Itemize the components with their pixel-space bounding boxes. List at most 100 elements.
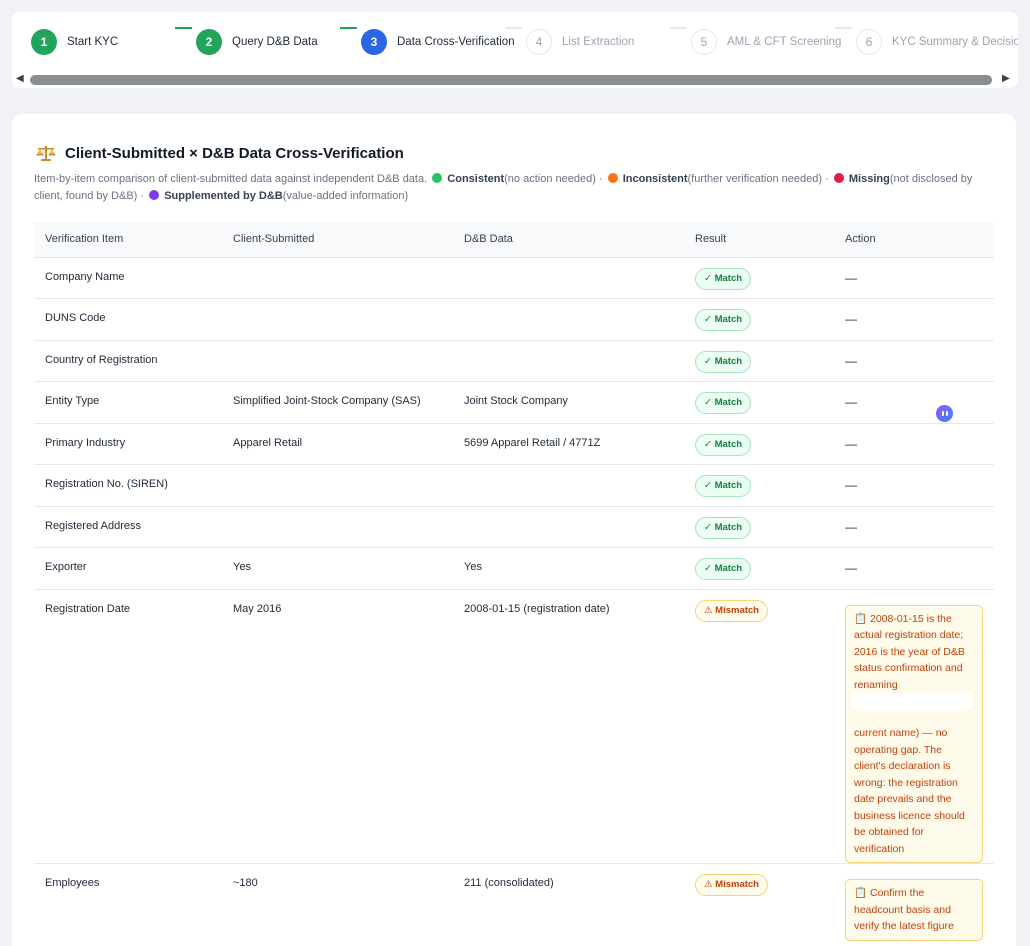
action-note: 📋 Confirm the headcount basis and verify… [845,879,983,941]
step-label: AML & CFT Screening [727,36,842,48]
legend-label: Inconsistent [622,173,688,185]
note-spacer [854,709,974,725]
dnb-value [453,257,684,299]
step-start-kyc[interactable]: 1 Start KYC [31,28,118,56]
legend-label: Supplemented by D&B [164,190,283,202]
assistant-icon-bar [941,411,944,416]
dnb-value: 5699 Apparel Retail / 4771Z [453,423,684,465]
step-connector [175,27,192,29]
action-cell: — [834,298,994,341]
step-connector [835,27,852,29]
match-badge: ✓ Match [695,350,752,373]
verification-item: Registration No. (SIREN) [34,464,222,507]
match-badge: ✓ Match [695,475,752,497]
step-kyc-summary-decision[interactable]: 6 KYC Summary & Decision [856,28,1018,56]
result-cell: ✓ Match [684,464,834,507]
step-list-extraction[interactable]: 4 List Extraction [526,28,634,56]
legend-desc: (value-added information) [282,190,409,202]
match-badge: ✓ Match [695,433,752,456]
result-cell: ✓ Match [684,381,834,424]
horizontal-scrollbar[interactable]: ◀ ▶ [12,72,1018,88]
table-header-row: Verification Item Client-Submitted D&B D… [34,222,994,258]
column-header: Action [834,222,994,258]
result-cell: ✓ Match [684,257,834,299]
match-badge: ✓ Match [695,267,752,290]
column-header: D&B Data [453,222,684,258]
client-value: Simplified Joint-Stock Company (SAS) [222,381,453,424]
client-value: Yes [222,547,453,590]
dnb-value [453,506,684,548]
result-cell: ⚠ Mismatch [684,589,834,864]
missing-dot-icon [833,173,844,183]
step-label: Query D&B Data [232,36,318,48]
step-connector [340,27,357,29]
kyc-stepper: 1 Start KYC 2 Query D&B Data 3 Data Cros… [12,12,1018,88]
step-label: Start KYC [67,36,119,48]
client-value [222,298,453,341]
dnb-value: 211 (consolidated) [453,863,684,946]
client-value [222,340,453,382]
step-data-cross-verification[interactable]: 3 Data Cross-Verification [361,28,515,56]
note-gap [852,693,972,709]
consistent-dot-icon [432,173,443,183]
step-aml-cft-screening[interactable]: 5 AML & CFT Screening [691,28,841,56]
table-row: Registered Address ✓ Match — [34,506,994,548]
client-value: Apparel Retail [222,423,453,465]
mismatch-badge: ⚠ Mismatch [695,874,768,896]
step-number: 2 [196,29,222,55]
action-cell: 📋 2008-01-15 is the actual registration … [834,589,994,864]
client-value [222,464,453,507]
match-badge: ✓ Match [695,516,752,539]
dnb-value: 2008-01-15 (registration date) [453,589,684,864]
step-label: Data Cross-Verification [397,36,515,48]
scroll-track[interactable] [30,75,992,85]
legend-label: Consistent [447,173,505,185]
column-header: Verification Item [34,222,222,258]
mismatch-badge: ⚠ Mismatch [695,599,768,622]
result-cell: ✓ Match [684,340,834,382]
table-row: Primary Industry Apparel Retail 5699 App… [34,423,994,465]
action-cell: — [834,547,994,590]
verification-item: Entity Type [34,381,222,424]
section-title: Client-Submitted × D&B Data Cross-Verifi… [65,144,404,162]
assistant-icon[interactable] [936,405,953,422]
table-row: DUNS Code ✓ Match — [34,298,994,341]
column-header: Result [684,222,834,258]
scroll-right-icon[interactable]: ▶ [1002,73,1010,84]
cross-verification-card: Client-Submitted × D&B Data Cross-Verifi… [12,114,1016,946]
table-row: Country of Registration ✓ Match — [34,340,994,382]
verification-item: Exporter [34,547,222,590]
step-connector [670,27,687,29]
action-note: 📋 2008-01-15 is the actual registration … [845,604,983,863]
dnb-value: Yes [453,547,684,590]
intro-text: Item-by-item comparison of client-submit… [34,173,428,185]
step-number: 3 [361,29,387,55]
step-number: 5 [691,29,717,55]
verification-item: Registration Date [34,589,222,864]
dnb-value: Joint Stock Company [453,381,684,424]
result-cell: ✓ Match [684,547,834,590]
action-cell: 📋 Confirm the headcount basis and verify… [834,863,994,946]
verification-item: DUNS Code [34,298,222,341]
step-number: 4 [526,29,552,55]
table-row: Employees ~180 211 (consolidated) ⚠ Mism… [34,863,994,946]
column-header: Client-Submitted [222,222,453,258]
action-cell: — [834,506,994,548]
scroll-left-icon[interactable]: ◀ [16,73,24,84]
table-row: Company Name ✓ Match — [34,257,994,299]
action-cell: — [834,257,994,299]
result-cell: ✓ Match [684,298,834,341]
section-header: Client-Submitted × D&B Data Cross-Verifi… [36,144,404,162]
legend-desc: (further verification needed) [687,173,823,185]
step-number: 1 [31,29,57,55]
scroll-thumb[interactable] [30,75,992,85]
step-label: KYC Summary & Decision [892,36,1018,48]
verification-item: Primary Industry [34,423,222,465]
client-value [222,257,453,299]
inconsistent-dot-icon [607,173,618,183]
stepper-steps: 1 Start KYC 2 Query D&B Data 3 Data Cros… [12,12,1018,72]
step-query-dnb-data[interactable]: 2 Query D&B Data [196,28,318,56]
step-label: List Extraction [562,36,635,48]
match-badge: ✓ Match [695,558,752,580]
dnb-value [453,464,684,507]
